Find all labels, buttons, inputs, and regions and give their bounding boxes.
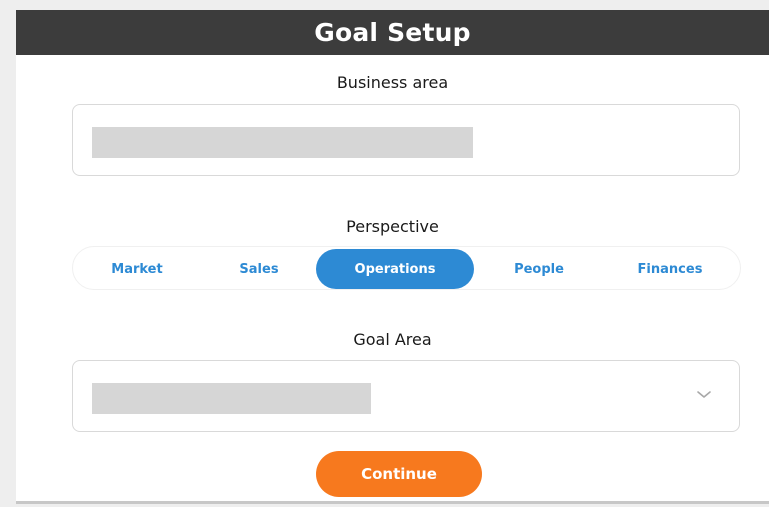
goal-area-label: Goal Area — [353, 330, 432, 349]
goal-area-dropdown[interactable] — [72, 360, 740, 432]
perspective-option-people[interactable]: People — [477, 249, 601, 289]
perspective-option-operations[interactable]: Operations — [316, 249, 474, 289]
header-bar: Goal Setup — [16, 10, 769, 55]
panel-bottom-edge — [16, 501, 769, 504]
continue-button[interactable]: Continue — [316, 451, 482, 497]
business-area-label: Business area — [336, 73, 449, 92]
perspective-option-sales[interactable]: Sales — [199, 249, 319, 289]
perspective-option-finances[interactable]: Finances — [605, 249, 735, 289]
perspective-selector: Market Sales Operations People Finances — [72, 246, 741, 290]
chevron-down-icon[interactable] — [695, 388, 713, 400]
perspective-label: Perspective — [346, 217, 439, 236]
perspective-option-market[interactable]: Market — [77, 249, 197, 289]
business-area-input[interactable] — [72, 104, 740, 176]
goal-area-placeholder — [92, 383, 371, 414]
business-area-placeholder — [92, 127, 473, 158]
page-title: Goal Setup — [314, 18, 471, 47]
goal-setup-panel: Goal Setup Business area Perspective Mar… — [16, 10, 769, 503]
